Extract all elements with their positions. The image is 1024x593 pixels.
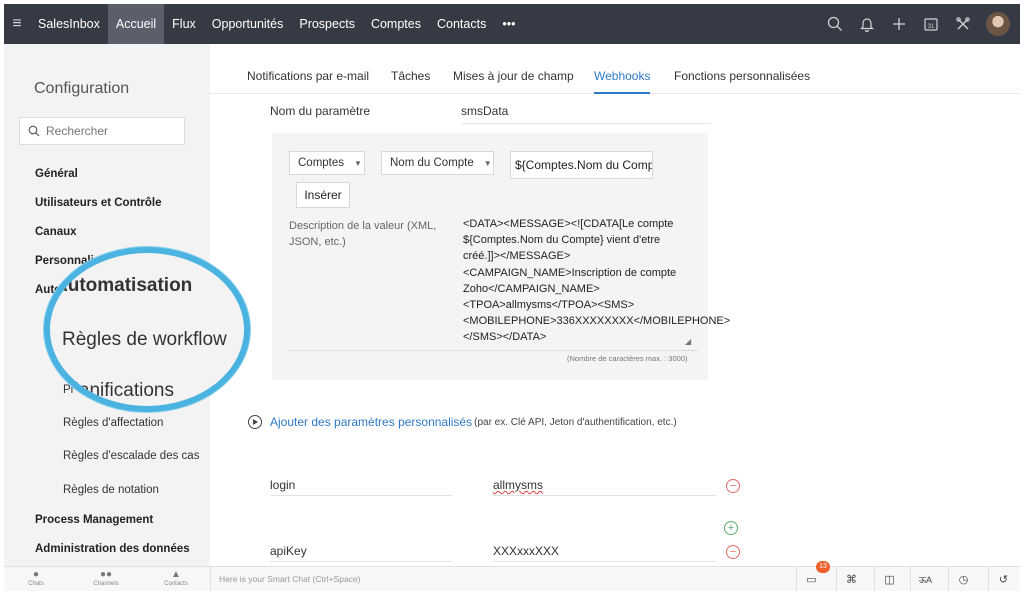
module-select-value: Comptes — [298, 157, 345, 169]
nav-accueil[interactable]: Accueil — [107, 4, 165, 44]
sidebar-item-regles-notation[interactable]: Règles de notation — [63, 484, 159, 496]
insert-button[interactable]: Insérer — [296, 182, 350, 208]
field-select[interactable]: Nom du Compte ▼ — [381, 151, 494, 175]
search-icon[interactable] — [826, 15, 844, 33]
nav-contacts[interactable]: Contacts — [429, 4, 494, 44]
main-nav: SalesInbox Accueil Flux Opportunités Pro… — [30, 4, 523, 44]
plus-icon[interactable] — [890, 15, 908, 33]
chevron-down-icon: ▼ — [483, 158, 492, 168]
nav-opportunites[interactable]: Opportunités — [204, 4, 292, 44]
remove-param-icon[interactable]: − — [726, 545, 740, 559]
calendar-icon[interactable]: 31 — [922, 15, 940, 33]
nav-flux[interactable]: Flux — [164, 4, 204, 44]
custom-param-value-underline — [493, 561, 716, 562]
avatar[interactable] — [986, 12, 1010, 36]
tab-taches[interactable]: Tâches — [391, 69, 430, 83]
tab-webhooks[interactable]: Webhooks — [594, 69, 651, 94]
translate-icon[interactable]: ऊA — [910, 567, 940, 591]
sidebar-title: Configuration — [34, 80, 130, 97]
bottom-channels-label: Channels — [93, 581, 119, 587]
play-circle-icon[interactable] — [248, 415, 262, 429]
bottom-contacts-label: Contacts — [164, 581, 188, 587]
textarea-bottom-line — [289, 350, 698, 351]
automation-tabs: Notifications par e-mail Tâches Mises à … — [210, 44, 1020, 94]
custom-param-key-underline — [270, 561, 452, 562]
add-custom-params-hint: (par ex. Clé API, Jeton d'authentificati… — [474, 416, 677, 428]
module-select[interactable]: Comptes ▼ — [289, 151, 365, 175]
search-input[interactable] — [46, 124, 176, 138]
history-icon[interactable]: ↺ — [988, 567, 1018, 591]
param-name-underline — [461, 123, 711, 124]
max-characters-note: (Nombre de caractères max. : 3000) — [567, 354, 688, 363]
topbar-actions: 31 — [826, 4, 1010, 44]
custom-param-key-underline — [270, 495, 452, 496]
chat-icon: ● — [32, 569, 40, 580]
merge-field-input[interactable]: ${Comptes.Nom du Compt — [510, 151, 653, 179]
param-name-value[interactable]: smsData — [461, 104, 508, 118]
nav-comptes[interactable]: Comptes — [363, 4, 429, 44]
resize-handle-icon[interactable]: ◢ — [685, 337, 691, 346]
svg-text:31: 31 — [928, 24, 935, 30]
tab-fonctions-personnalisees[interactable]: Fonctions personnalisées — [674, 69, 810, 83]
tools-icon[interactable] — [954, 15, 972, 33]
sidebar-search[interactable] — [19, 117, 185, 145]
nav-more[interactable]: ••• — [494, 4, 523, 44]
magnified-item-regles-workflow[interactable]: Règles de workflow — [62, 329, 227, 351]
nav-prospects[interactable]: Prospects — [291, 4, 363, 44]
chevron-down-icon: ▼ — [354, 158, 362, 168]
sidebar-item-regles-affectation[interactable]: Règles d'affectation — [63, 417, 163, 429]
magnified-item-planifications[interactable]: Planifications — [62, 380, 174, 402]
custom-param-value-apikey[interactable]: XXXxxxXXX — [493, 544, 559, 558]
bottom-bar: ● Chats ●● Channels ▲ Contacts Here is y… — [4, 561, 1020, 591]
contacts-icon: ▲ — [171, 569, 181, 580]
param-name-label: Nom du paramètre — [270, 104, 371, 118]
description-label: Description de la valeur (XML, JSON, etc… — [289, 220, 437, 248]
bell-icon[interactable] — [858, 15, 876, 33]
param-value-panel: Comptes ▼ Nom du Compte ▼ ${Comptes.Nom … — [272, 133, 730, 380]
magnified-heading-automatisation: Automatisation — [54, 275, 193, 296]
smart-chat-input[interactable]: Here is your Smart Chat (Ctrl+Space) — [210, 567, 796, 591]
tab-mises-a-jour[interactable]: Mises à jour de champ — [453, 69, 574, 83]
gamepad-icon[interactable]: ⌘ — [836, 567, 866, 591]
screen-icon[interactable]: ▭ — [796, 567, 826, 591]
bottom-contacts[interactable]: ▲ Contacts — [156, 569, 196, 587]
sidebar-item-process-management[interactable]: Process Management — [35, 514, 153, 526]
add-param-icon[interactable]: + — [724, 521, 738, 535]
brand-salesinbox[interactable]: SalesInbox — [30, 4, 108, 44]
sidebar-item-regles-escalade[interactable]: Règles d'escalade des cas — [63, 450, 199, 462]
add-custom-params-link[interactable]: Ajouter des paramètres personnalisés — [270, 415, 472, 429]
sidebar-item-canaux[interactable]: Canaux — [35, 226, 77, 238]
hamburger-icon[interactable]: ≡ — [4, 15, 30, 33]
bottom-channels[interactable]: ●● Channels — [86, 569, 126, 587]
tab-notifications-email[interactable]: Notifications par e-mail — [247, 69, 369, 83]
sidebar-item-utilisateurs[interactable]: Utilisateurs et Contrôle — [35, 197, 162, 209]
custom-param-value-login[interactable]: allmysms — [493, 478, 543, 492]
description-textarea[interactable]: <DATA><MESSAGE><![CDATA[Le compte ${Comp… — [463, 216, 730, 346]
bottom-chats[interactable]: ● Chats — [16, 569, 56, 587]
sidebar-item-administration-donnees[interactable]: Administration des données — [35, 543, 190, 555]
search-icon — [28, 125, 40, 137]
sidebar-item-general[interactable]: Général — [35, 168, 78, 180]
remove-param-icon[interactable]: − — [726, 479, 740, 493]
mug-icon[interactable]: ◫ — [874, 567, 904, 591]
bottom-chats-label: Chats — [28, 581, 44, 587]
custom-param-value-underline — [493, 495, 716, 496]
channels-icon: ●● — [99, 569, 113, 580]
custom-param-key-apikey[interactable]: apiKey — [270, 544, 307, 558]
webhook-form: Nom du paramètre smsData Comptes ▼ Nom d… — [210, 95, 1020, 566]
top-navigation-bar: ≡ SalesInbox Accueil Flux Opportunités P… — [4, 4, 1020, 44]
alarm-icon[interactable]: ◷ — [948, 567, 978, 591]
field-select-value: Nom du Compte — [390, 157, 474, 169]
custom-param-key-login[interactable]: login — [270, 478, 295, 492]
add-custom-params-row: Ajouter des paramètres personnalisés (pa… — [248, 415, 677, 429]
